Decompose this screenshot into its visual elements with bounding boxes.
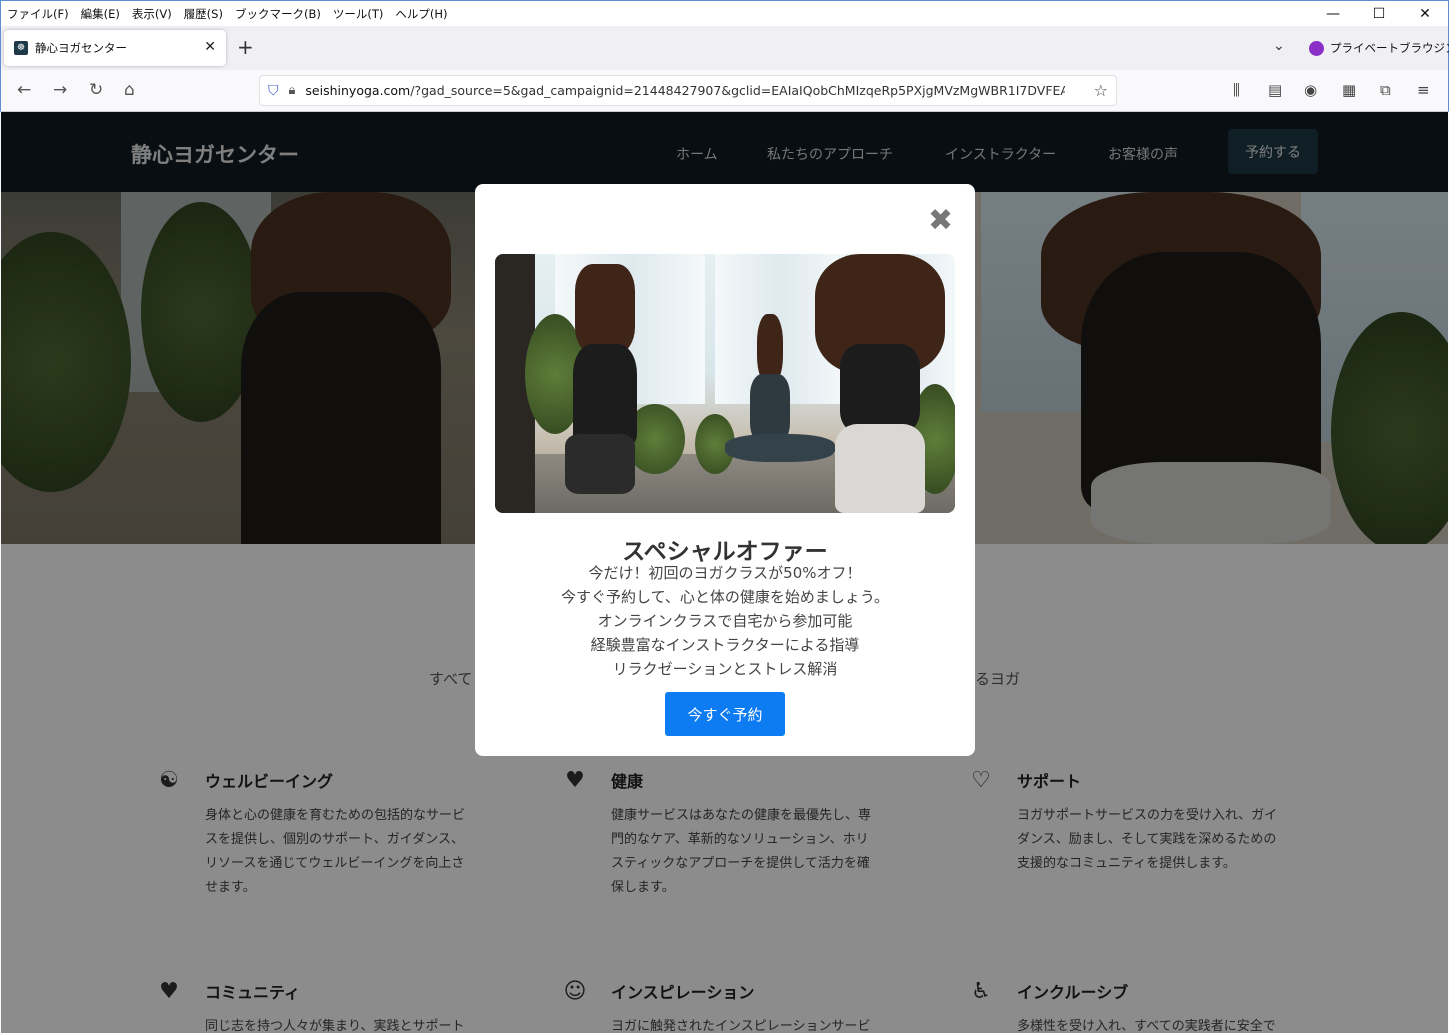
home-icon[interactable]: ⌂ — [124, 80, 135, 100]
offer-line: 経験豊富なインストラクターによる指導 — [590, 636, 860, 654]
address-bar[interactable]: ⛉ 🔒︎ seishinyoga.com/?gad_source=5&gad_c… — [259, 75, 1117, 106]
menu-edit[interactable]: 編集(E) — [81, 6, 120, 22]
puzzle-extensions-icon[interactable]: ⧉ — [1380, 81, 1391, 99]
menu-help[interactable]: ヘルプ(H) — [395, 6, 447, 22]
bookmark-star-icon[interactable]: ☆ — [1094, 81, 1108, 100]
site-favicon-icon: ☸ — [14, 41, 28, 55]
back-arrow-icon[interactable]: ← — [17, 80, 31, 100]
close-window-button[interactable]: ✕ — [1402, 1, 1448, 27]
tab-close-icon[interactable]: ✕ — [204, 39, 216, 55]
tab-title: 静心ヨガセンター — [35, 41, 127, 55]
account-icon[interactable]: ◉ — [1304, 81, 1317, 99]
new-tab-button[interactable]: + — [237, 35, 254, 59]
photo-person — [835, 424, 925, 513]
extensions-grid-icon[interactable]: ▦ — [1342, 81, 1356, 99]
book-now-button[interactable]: 今すぐ予約 — [665, 692, 785, 736]
offer-line: 今すぐ予約して、心と体の健康を始めましょう。 — [561, 588, 889, 606]
menu-file[interactable]: ファイル(F) — [7, 6, 69, 22]
minimize-button[interactable]: — — [1310, 1, 1356, 27]
photo-person — [725, 434, 835, 462]
offer-line: オンラインクラスで自宅から参加可能 — [597, 612, 853, 630]
yoga-class-photo — [495, 254, 955, 513]
maximize-button[interactable]: ☐ — [1356, 1, 1402, 27]
app-menu-icon[interactable]: ≡ — [1417, 81, 1430, 99]
modal-close-icon[interactable]: ✖ — [928, 206, 953, 236]
window-controls: — ☐ ✕ — [1310, 1, 1448, 27]
menu-history[interactable]: 履歴(S) — [184, 6, 223, 22]
photo-person — [575, 264, 635, 354]
offer-line: 今だけ！初回のヨガクラスが50%オフ！ — [588, 564, 862, 582]
menu-bar: ファイル(F) 編集(E) 表示(V) 履歴(S) ブックマーク(B) ツール(… — [0, 0, 1449, 26]
lock-icon[interactable]: 🔒︎ — [289, 83, 296, 98]
navigation-toolbar: ← → ↻ ⌂ ⛉ 🔒︎ seishinyoga.com/?gad_source… — [0, 70, 1449, 112]
private-browsing-label: プライベートブラウジング — [1330, 41, 1449, 55]
photo-person — [573, 344, 637, 444]
modal-title: スペシャルオファー — [622, 539, 828, 565]
special-offer-modal: ✖ スペシャルオファー 今だけ！初回のヨガクラスが50%オフ！ 今すぐ予約して、… — [475, 184, 975, 756]
sidebar-icon[interactable]: ▤ — [1268, 81, 1282, 99]
reload-icon[interactable]: ↻ — [89, 80, 103, 100]
menu-view[interactable]: 表示(V) — [132, 6, 172, 22]
web-page: 静心ヨガセンター ホーム 私たちのアプローチ インストラクター お客様の声 予約… — [1, 112, 1448, 1033]
url-text[interactable]: seishinyoga.com/?gad_source=5&gad_campai… — [305, 83, 1065, 98]
tracking-protection-shield-icon[interactable]: ⛉ — [268, 83, 279, 99]
private-browsing-indicator: プライベートブラウジング — [1309, 40, 1449, 56]
library-icon[interactable]: ⫼ — [1233, 81, 1240, 99]
forward-arrow-icon[interactable]: → — [53, 80, 67, 100]
private-mask-icon — [1309, 40, 1324, 56]
photo-person — [840, 344, 920, 434]
photo-person — [565, 434, 635, 494]
tab-active[interactable]: ☸ 静心ヨガセンター ✕ — [4, 30, 226, 66]
list-all-tabs-icon[interactable]: ⌄ — [1273, 38, 1285, 54]
menu-tools[interactable]: ツール(T) — [333, 6, 384, 22]
menu-bookmarks[interactable]: ブックマーク(B) — [235, 6, 321, 22]
tab-strip: ☸ 静心ヨガセンター ✕ + ⌄ プライベートブラウジング — [0, 26, 1449, 70]
offer-line: リラクゼーションとストレス解消 — [612, 660, 838, 678]
